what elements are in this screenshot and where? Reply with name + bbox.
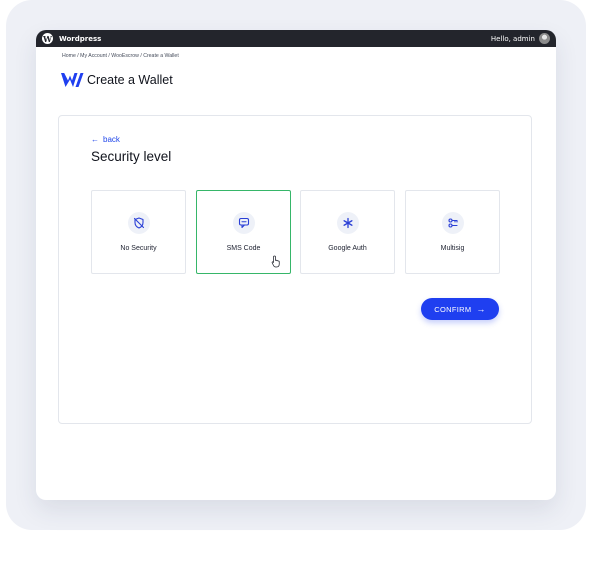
section-title: Security level — [91, 149, 172, 164]
asterisk-icon — [343, 217, 353, 229]
page-header: Create a Wallet — [60, 72, 173, 88]
back-link[interactable]: ← back — [91, 135, 120, 144]
shield-off-icon — [133, 217, 145, 229]
admin-bar: W Wordpress Hello, admin — [36, 30, 556, 47]
page-title: Create a Wallet — [87, 73, 173, 87]
confirm-button[interactable]: CONFIRM → — [421, 298, 499, 320]
wooescrow-logo-icon — [61, 73, 84, 87]
site-name-link[interactable]: Wordpress — [59, 35, 101, 43]
option-label: Google Auth — [328, 245, 367, 252]
breadcrumb[interactable]: Home / My Account / WooEscrow / Create a… — [62, 53, 179, 59]
option-google-auth[interactable]: Google Auth — [300, 190, 395, 274]
arrow-right-icon: → — [476, 304, 486, 314]
back-link-label: back — [103, 135, 120, 144]
avatar[interactable] — [539, 33, 550, 44]
wordpress-logo-icon[interactable]: W — [42, 33, 53, 44]
option-label: Multisig — [440, 245, 465, 252]
multisig-key-icon — [448, 218, 458, 228]
option-sms-code[interactable]: SMS Code — [196, 190, 291, 274]
option-label: SMS Code — [226, 245, 261, 252]
account-greeting[interactable]: Hello, admin — [491, 35, 535, 43]
sms-chat-icon — [238, 217, 250, 229]
option-label: No Security — [120, 245, 157, 252]
hand-pointer-icon — [271, 255, 280, 268]
security-level-card: ← back Security level No Security SMS Co… — [58, 115, 532, 424]
confirm-button-label: CONFIRM — [434, 304, 472, 314]
browser-window: W Wordpress Hello, admin Home / My Accou… — [36, 30, 556, 500]
option-no-security[interactable]: No Security — [91, 190, 186, 274]
option-multisig[interactable]: Multisig — [405, 190, 500, 274]
arrow-left-icon: ← — [91, 135, 99, 144]
